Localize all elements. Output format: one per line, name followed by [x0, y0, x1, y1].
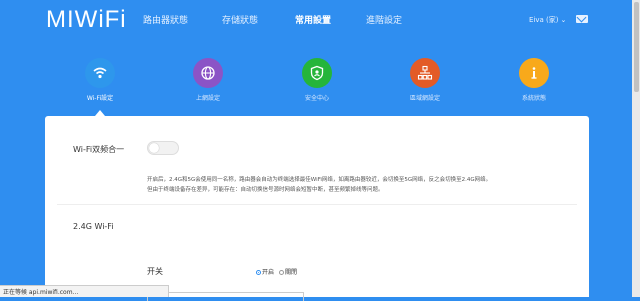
- section-divider: [57, 204, 577, 205]
- feature-label: Wi-Fi設定: [86, 95, 114, 102]
- feature-wifi-settings[interactable]: Wi-Fi設定: [65, 58, 135, 102]
- user-menu[interactable]: Eiva (家) ⌄: [529, 15, 566, 25]
- info-icon: [519, 58, 549, 88]
- wifi24-switch-radios: 开启 關閉: [256, 267, 297, 276]
- shield-icon: [302, 58, 332, 88]
- radio-off[interactable]: [278, 270, 284, 275]
- description-line: 开启后，2.4G和5G会使用同一名称，路由器会自动为终端选择最佳WiFi网络，如…: [147, 177, 492, 183]
- globe-icon: [193, 58, 223, 88]
- radio-off-label[interactable]: 關閉: [285, 269, 297, 276]
- wifi24-section-title: 2.4G Wi-Fi: [73, 222, 114, 231]
- radio-on[interactable]: [256, 270, 261, 275]
- feature-lan-settings[interactable]: 區域網設定: [390, 58, 460, 102]
- nav-advanced-settings[interactable]: 進階設定: [366, 13, 402, 26]
- wifi-icon: [85, 58, 115, 88]
- radio-on-label[interactable]: 开启: [262, 269, 274, 276]
- feature-label: 系統狀態: [521, 95, 546, 102]
- feature-label: 區域網設定: [409, 95, 440, 102]
- scrollbar-thumb[interactable]: [634, 2, 639, 92]
- feature-label: 上網設定: [195, 95, 220, 102]
- nav-router-status[interactable]: 路由器狀態: [143, 13, 188, 26]
- browser-status-bar: 正在等候 api.miwifi.com...: [0, 285, 170, 297]
- chevron-down-icon: ⌄: [560, 16, 567, 24]
- nav-common-settings[interactable]: 常用設置: [295, 13, 331, 26]
- wifi24-switch-label: 开关: [147, 267, 163, 276]
- miwifi-logo[interactable]: MIWiFi: [46, 6, 127, 34]
- toggle-knob: [149, 143, 159, 153]
- dual-band-title: Wi-Fi双频合一: [73, 145, 125, 154]
- settings-panel: Wi-Fi双频合一 开启后，2.4G和5G会使用同一名称，路由器会自动为终端选择…: [45, 116, 589, 301]
- description-line: 但由于终端设备存在差异，可能存在：自动切换信号源时网络会短暂中断，甚至频繁掉线等…: [147, 187, 384, 193]
- mail-icon[interactable]: [576, 15, 588, 23]
- feature-label: 安全中心: [304, 95, 329, 102]
- nav-storage-status[interactable]: 存儲狀態: [222, 13, 258, 26]
- dual-band-description: 开启后，2.4G和5G会使用同一名称，路由器会自动为终端选择最佳WiFi网络，如…: [147, 175, 567, 195]
- feature-internet-settings[interactable]: 上網設定: [173, 58, 243, 102]
- user-name: Eiva (家): [529, 16, 559, 24]
- top-navigation: MIWiFi 路由器狀態 存儲狀態 常用設置 進階設定 Eiva (家) ⌄: [0, 0, 640, 40]
- lan-icon: [410, 58, 440, 88]
- feature-security-center[interactable]: 安全中心: [282, 58, 352, 102]
- dual-band-toggle[interactable]: [147, 141, 179, 155]
- feature-system-status[interactable]: 系統狀態: [499, 58, 569, 102]
